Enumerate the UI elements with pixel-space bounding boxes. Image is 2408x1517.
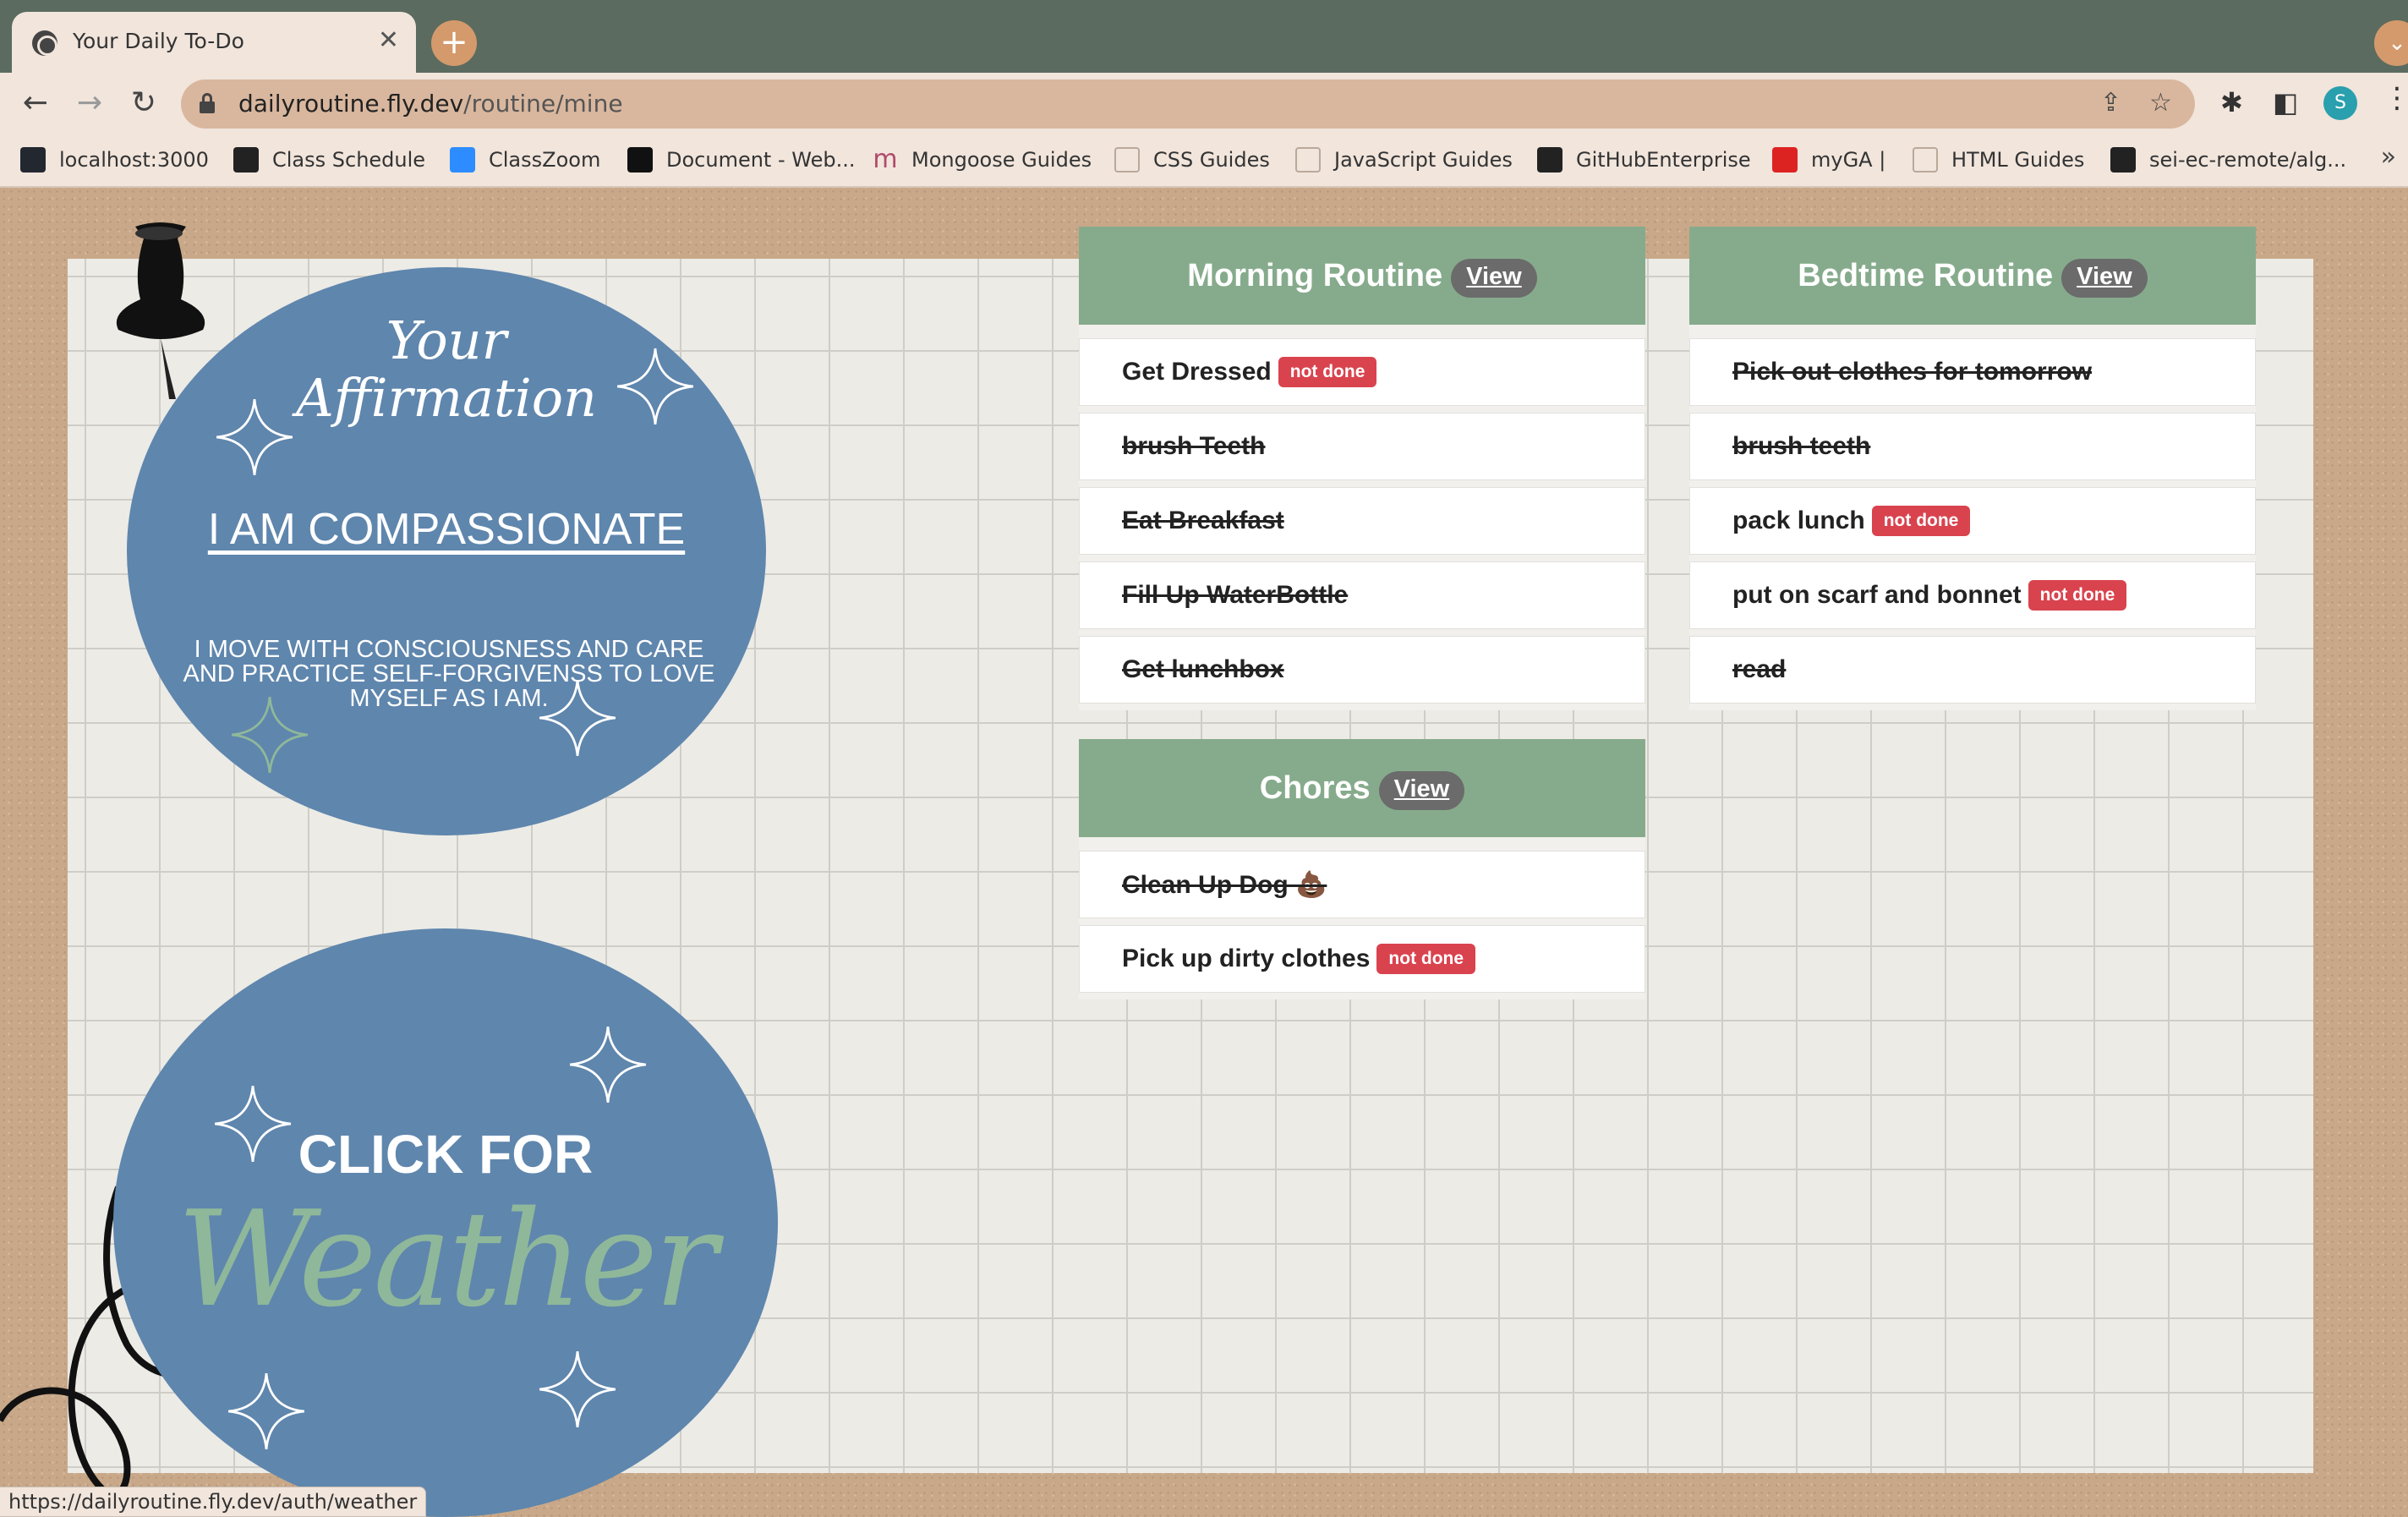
bedtime-routine-card: Bedtime Routine View Pick out clothes fo…: [1689, 227, 2256, 710]
task-item[interactable]: Pick out clothes for tomorrow: [1689, 338, 2256, 406]
tab-strip: Your Daily To-Do ✕ + ⌄: [0, 0, 2408, 73]
side-panel-icon[interactable]: ◧: [2273, 86, 2298, 118]
affirmation-circle: Your Affirmation I AM COMPASSIONATE I MO…: [127, 267, 766, 835]
status-bar-url: https://dailyroutine.fly.dev/auth/weathe…: [0, 1487, 427, 1517]
view-button[interactable]: View: [1378, 771, 1465, 810]
not-done-badge: not done: [2028, 580, 2127, 611]
browser-toolbar: ← → ↻ dailyroutine.fly.dev/routine/mine …: [0, 73, 2408, 134]
github-icon: [233, 147, 259, 173]
task-item[interactable]: Fill Up WaterBottle: [1079, 561, 1645, 629]
not-done-badge: not done: [1871, 506, 1971, 536]
task-item[interactable]: brush Teeth: [1079, 413, 1645, 480]
chores-card: Chores View Clean Up Dog 💩 Pick up dirty…: [1079, 739, 1645, 999]
not-done-badge: not done: [1278, 357, 1377, 387]
task-item[interactable]: Clean Up Dog 💩: [1079, 851, 1645, 918]
bookmark-localhost[interactable]: localhost:3000: [20, 145, 209, 174]
bookmark-sei-ec-remote[interactable]: sei-ec-remote/alg...: [2110, 145, 2346, 174]
back-button[interactable]: ←: [14, 81, 57, 125]
star-icon[interactable]: ☆: [2149, 88, 2172, 118]
task-item[interactable]: Eat Breakfast: [1079, 487, 1645, 555]
menu-icon[interactable]: ⋮: [2383, 81, 2408, 115]
tab-title: Your Daily To-Do: [73, 29, 244, 53]
chevron-right-icon[interactable]: »: [2381, 142, 2396, 172]
view-button[interactable]: View: [2061, 259, 2148, 298]
address-bar[interactable]: dailyroutine.fly.dev/routine/mine ⇪ ☆: [181, 79, 2195, 129]
tab-search-button[interactable]: ⌄: [2374, 20, 2408, 66]
share-icon[interactable]: ⇪: [2100, 88, 2121, 118]
bookmark-classzoom[interactable]: ClassZoom: [450, 145, 600, 174]
task-item[interactable]: read: [1689, 636, 2256, 704]
task-item[interactable]: brush teeth: [1689, 413, 2256, 480]
github-icon: [2110, 147, 2136, 173]
weather-click-text: CLICK FOR: [298, 1124, 594, 1185]
lock-icon[interactable]: [200, 93, 215, 113]
browser-tab[interactable]: Your Daily To-Do ✕: [12, 12, 416, 73]
weather-link-circle[interactable]: CLICK FOR Weather: [113, 928, 778, 1517]
weather-big-text: Weather: [177, 1182, 718, 1336]
card-title: Bedtime Routine: [1798, 257, 2054, 293]
github-icon: [1537, 147, 1562, 173]
ga-icon: [1772, 147, 1798, 173]
bookmarks-bar: localhost:3000 Class Schedule ClassZoom …: [0, 134, 2408, 188]
sparkle-icon: [539, 680, 616, 756]
task-list: Clean Up Dog 💩 Pick up dirty clothes not …: [1079, 837, 1645, 993]
folder-icon: [1295, 147, 1321, 173]
bookmark-document[interactable]: Document - Web...: [627, 145, 855, 174]
card-header: Bedtime Routine View: [1689, 227, 2256, 325]
push-pin-icon: [116, 222, 205, 399]
sparkle-icon: [232, 697, 308, 773]
affirmation-word[interactable]: I AM COMPASSIONATE: [127, 504, 766, 555]
bookmark-github-enterprise[interactable]: GitHubEnterprise: [1537, 145, 1751, 174]
sparkle-icon: [539, 1351, 616, 1427]
bookmark-html-guides[interactable]: HTML Guides: [1913, 145, 2084, 174]
morning-routine-card: Morning Routine View Get Dressed not done…: [1079, 227, 1645, 710]
bookmark-class-schedule[interactable]: Class Schedule: [233, 145, 425, 174]
card-header: Morning Routine View: [1079, 227, 1645, 325]
zoom-icon: [450, 147, 475, 173]
sparkle-icon: [570, 1027, 646, 1103]
document-icon: [627, 147, 653, 173]
sparkle-icon: [228, 1373, 304, 1449]
profile-avatar[interactable]: S: [2323, 86, 2357, 120]
folder-icon: [1114, 147, 1140, 173]
task-item[interactable]: Pick up dirty clothes not done: [1079, 925, 1645, 993]
sparkle-icon: [617, 348, 693, 424]
sparkle-icon: [216, 399, 293, 475]
extensions-icon[interactable]: ✱: [2220, 86, 2243, 118]
bookmark-css-guides[interactable]: CSS Guides: [1114, 145, 1270, 174]
task-item[interactable]: put on scarf and bonnet not done: [1689, 561, 2256, 629]
folder-icon: [1913, 147, 1938, 173]
bookmark-mongoose-guides[interactable]: m Mongoose Guides: [873, 145, 1092, 174]
reload-button[interactable]: ↻: [122, 81, 166, 125]
view-button[interactable]: View: [1451, 259, 1537, 298]
mongoose-icon: m: [873, 145, 898, 174]
bookmark-myga[interactable]: myGA |: [1772, 145, 1885, 174]
task-item[interactable]: Get lunchbox: [1079, 636, 1645, 704]
sparkle-icon: [215, 1086, 291, 1162]
task-item[interactable]: pack lunch not done: [1689, 487, 2256, 555]
new-tab-button[interactable]: +: [431, 20, 477, 66]
card-title: Chores: [1259, 769, 1371, 806]
not-done-badge: not done: [1376, 944, 1476, 974]
task-item[interactable]: Get Dressed not done: [1079, 338, 1645, 406]
card-title: Morning Routine: [1187, 257, 1443, 293]
close-icon[interactable]: ✕: [378, 25, 399, 55]
globe-icon: [32, 30, 57, 56]
task-list: Get Dressed not done brush Teeth Eat Brea…: [1079, 325, 1645, 704]
url-text: dailyroutine.fly.dev/routine/mine: [238, 90, 623, 118]
card-header: Chores View: [1079, 739, 1645, 837]
task-list: Pick out clothes for tomorrow brush teet…: [1689, 325, 2256, 704]
bookmark-javascript-guides[interactable]: JavaScript Guides: [1295, 145, 1513, 174]
forward-button[interactable]: →: [68, 81, 112, 125]
react-icon: [20, 147, 46, 173]
